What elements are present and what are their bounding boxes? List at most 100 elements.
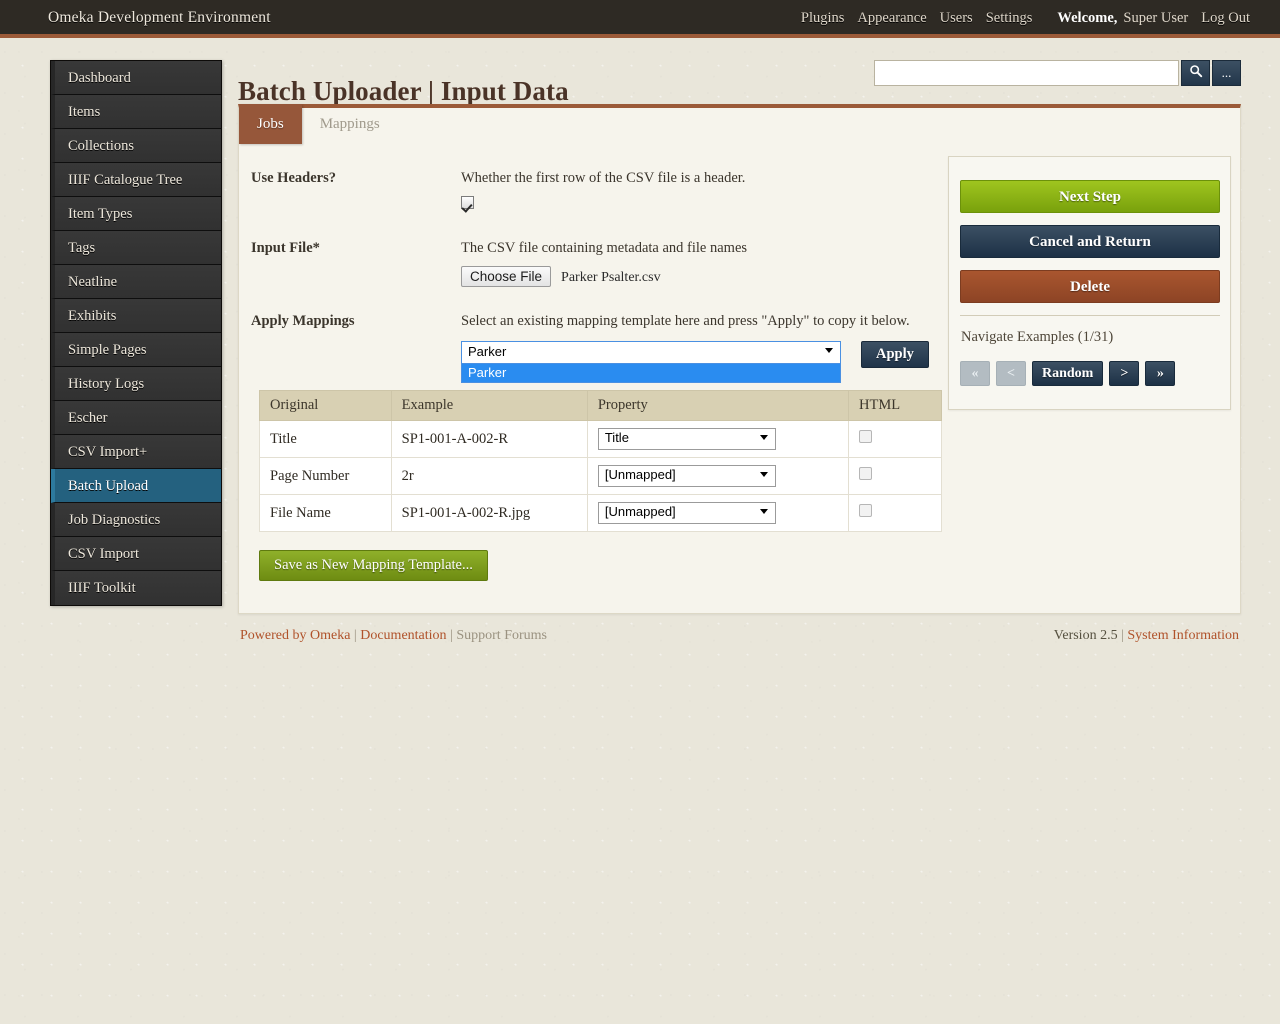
site-title: Omeka Development Environment <box>48 9 271 27</box>
save-as-new-mapping-template-button[interactable]: Save as New Mapping Template... <box>259 550 488 581</box>
sidebar-item-tags[interactable]: Tags <box>51 231 221 265</box>
mapping-table: Original Example Property HTML Title SP1… <box>259 390 942 532</box>
sidebar-item-dashboard[interactable]: Dashboard <box>51 61 221 95</box>
example-navigation-buttons: « < Random > » <box>960 361 1175 386</box>
chevron-down-icon <box>760 509 768 514</box>
property-select[interactable]: [Unmapped] <box>598 502 776 524</box>
top-nav-users[interactable]: Users <box>940 10 973 27</box>
sidebar-item-iiif-catalogue-tree[interactable]: IIIF Catalogue Tree <box>51 163 221 197</box>
apply-mappings-label: Apply Mappings <box>251 313 355 330</box>
support-forums-link[interactable]: Support Forums <box>456 628 547 643</box>
nav-next-button[interactable]: > <box>1109 361 1139 386</box>
sidebar-item-csv-import-plus[interactable]: CSV Import+ <box>51 435 221 469</box>
selected-file-name: Parker Psalter.csv <box>561 270 661 285</box>
documentation-link[interactable]: Documentation <box>360 628 446 643</box>
cell-original: Title <box>260 421 392 458</box>
logout-link[interactable]: Log Out <box>1201 10 1250 27</box>
current-username: Super User <box>1123 10 1188 27</box>
cell-example: SP1-001-A-002-R <box>391 421 587 458</box>
sidebar-item-item-types[interactable]: Item Types <box>51 197 221 231</box>
sidebar-item-neatline[interactable]: Neatline <box>51 265 221 299</box>
top-navigation-bar: Omeka Development Environment Plugins Ap… <box>0 0 1280 38</box>
top-nav-appearance[interactable]: Appearance <box>857 10 926 27</box>
tab-jobs[interactable]: Jobs <box>239 104 302 144</box>
next-step-button[interactable]: Next Step <box>960 180 1220 213</box>
input-file-label: Input File* <box>251 240 320 257</box>
use-headers-checkbox[interactable] <box>461 196 474 209</box>
search-icon <box>1189 64 1203 82</box>
welcome-label: Welcome, <box>1057 10 1117 27</box>
table-row: Page Number 2r [Unmapped] <box>260 458 942 495</box>
powered-by-omeka-link[interactable]: Powered by Omeka <box>240 628 350 643</box>
cell-property: [Unmapped] <box>587 495 848 532</box>
delete-button[interactable]: Delete <box>960 270 1220 303</box>
property-select-value: [Unmapped] <box>605 467 676 482</box>
sidebar-navigation: Dashboard Items Collections IIIF Catalog… <box>50 60 222 606</box>
property-select[interactable]: Title <box>598 428 776 450</box>
top-nav-plugins[interactable]: Plugins <box>801 10 845 27</box>
sidebar-item-batch-upload[interactable]: Batch Upload <box>51 469 221 503</box>
sidebar-item-escher[interactable]: Escher <box>51 401 221 435</box>
top-nav-links: Plugins Appearance Users Settings Welcom… <box>801 10 1250 27</box>
apply-mappings-description: Select an existing mapping template here… <box>461 313 910 330</box>
choose-file-button[interactable]: Choose File <box>461 266 551 287</box>
nav-previous-button[interactable]: < <box>996 361 1026 386</box>
nav-first-button[interactable]: « <box>960 361 990 386</box>
search-area: ... <box>874 60 1241 86</box>
search-input[interactable] <box>874 60 1179 86</box>
mapping-template-option-parker[interactable]: Parker <box>462 364 840 382</box>
use-headers-control <box>461 196 474 214</box>
footer-right-links: Version 2.5 | System Information <box>1054 628 1239 644</box>
mapping-template-select[interactable]: Parker <box>461 341 841 364</box>
page-header: Batch Uploader | Input Data ... <box>238 58 1241 102</box>
footer-left-links: Powered by Omeka | Documentation | Suppo… <box>240 628 547 644</box>
apply-button[interactable]: Apply <box>861 341 929 368</box>
mapping-template-select-wrapper: Parker Parker <box>461 341 841 364</box>
cancel-and-return-button[interactable]: Cancel and Return <box>960 225 1220 258</box>
property-select-value: [Unmapped] <box>605 504 676 519</box>
property-select-value: Title <box>605 430 629 445</box>
sidebar-item-items[interactable]: Items <box>51 95 221 129</box>
table-header-row: Original Example Property HTML <box>260 391 942 421</box>
column-header-html: HTML <box>849 391 942 421</box>
cell-html <box>849 458 942 495</box>
actions-panel: Next Step Cancel and Return Delete Navig… <box>948 156 1231 410</box>
column-header-original: Original <box>260 391 392 421</box>
input-file-control: Choose File Parker Psalter.csv <box>461 266 661 287</box>
sidebar-item-exhibits[interactable]: Exhibits <box>51 299 221 333</box>
sidebar-item-job-diagnostics[interactable]: Job Diagnostics <box>51 503 221 537</box>
chevron-down-icon <box>825 348 833 353</box>
cell-example: SP1-001-A-002-R.jpg <box>391 495 587 532</box>
property-select[interactable]: [Unmapped] <box>598 465 776 487</box>
html-checkbox[interactable] <box>859 504 872 517</box>
html-checkbox[interactable] <box>859 467 872 480</box>
cell-original: File Name <box>260 495 392 532</box>
footer-separator: | <box>450 628 453 643</box>
navigate-examples-label: Navigate Examples (1/31) <box>961 329 1113 346</box>
nav-random-button[interactable]: Random <box>1032 361 1103 386</box>
cell-original: Page Number <box>260 458 392 495</box>
use-headers-label: Use Headers? <box>251 170 336 187</box>
sidebar-item-simple-pages[interactable]: Simple Pages <box>51 333 221 367</box>
html-checkbox[interactable] <box>859 430 872 443</box>
table-row: Title SP1-001-A-002-R Title <box>260 421 942 458</box>
system-information-link[interactable]: System Information <box>1127 628 1239 643</box>
search-button[interactable] <box>1181 60 1210 86</box>
chevron-down-icon <box>760 435 768 440</box>
sidebar-item-iiif-toolkit[interactable]: IIIF Toolkit <box>51 571 221 605</box>
footer-separator: | <box>1121 628 1124 643</box>
nav-last-button[interactable]: » <box>1145 361 1175 386</box>
top-nav-settings[interactable]: Settings <box>986 10 1033 27</box>
input-file-description: The CSV file containing metadata and fil… <box>461 240 747 257</box>
sidebar-item-csv-import[interactable]: CSV Import <box>51 537 221 571</box>
page-footer: Powered by Omeka | Documentation | Suppo… <box>238 628 1241 648</box>
sidebar-item-collections[interactable]: Collections <box>51 129 221 163</box>
column-header-property: Property <box>587 391 848 421</box>
cell-property: [Unmapped] <box>587 458 848 495</box>
sidebar-item-history-logs[interactable]: History Logs <box>51 367 221 401</box>
use-headers-description: Whether the first row of the CSV file is… <box>461 170 745 187</box>
advanced-search-button[interactable]: ... <box>1212 60 1241 86</box>
tab-mappings[interactable]: Mappings <box>302 104 398 144</box>
cell-property: Title <box>587 421 848 458</box>
apply-mappings-control: Parker Parker Apply <box>461 341 929 368</box>
